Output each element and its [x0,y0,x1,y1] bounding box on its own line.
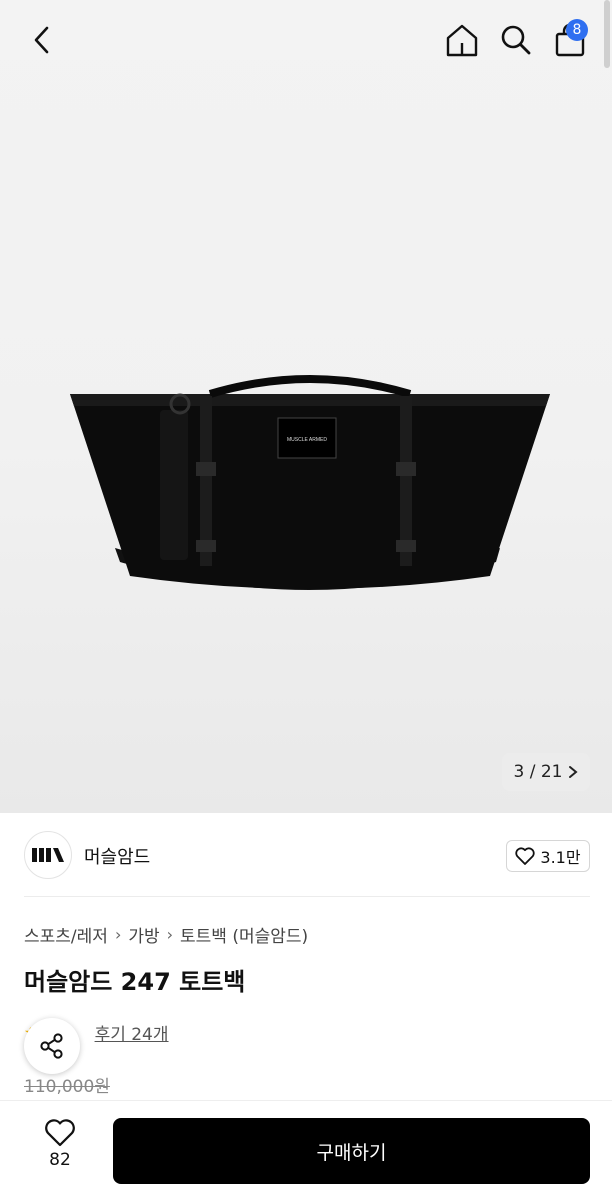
breadcrumb-item-sports[interactable]: 스포츠/레저 [24,922,108,947]
chevron-right-icon: › [166,925,174,944]
cart-count-badge: 8 [566,19,588,41]
back-button[interactable] [22,20,62,60]
bottom-action-bar: 82 구매하기 [0,1100,612,1200]
home-icon [446,24,478,57]
search-button[interactable] [494,18,538,62]
brand-logo[interactable] [24,831,72,879]
share-button[interactable] [24,1018,80,1074]
divider [24,896,590,897]
brand-row[interactable]: 머슬암드 3.1만 [24,831,590,881]
bag-logo-label: MUSCLE ARMED [287,437,327,443]
product-image-gallery[interactable]: MUSCLE ARMED 8 3 / 21 [0,0,612,813]
brand-like-count: 3.1만 [540,848,581,867]
search-icon [501,25,531,55]
product-image: MUSCLE ARMED [70,375,550,590]
chevron-right-icon: › [114,925,122,944]
breadcrumb-item-bag[interactable]: 가방 [128,922,159,947]
breadcrumb: 스포츠/레저 › 가방 › 토트백 (머슬암드) [24,922,308,947]
original-price: 110,000원 [24,1077,110,1097]
heart-icon [45,1119,75,1147]
image-counter-label: 3 / 21 [513,762,563,782]
wishlist-count: 82 [49,1150,71,1170]
brand-name[interactable]: 머슬암드 [84,843,150,869]
share-icon [40,1033,63,1059]
top-navigation-bar: 8 [0,0,612,80]
chevron-left-icon [34,26,49,54]
chevron-right-icon [569,766,579,778]
home-button[interactable] [440,18,484,62]
brand-logo-icon [32,848,64,862]
brand-like-button[interactable]: 3.1만 [506,840,590,872]
review-link[interactable]: 후기 24개 [95,1020,169,1045]
buy-button[interactable]: 구매하기 [113,1118,590,1184]
heart-icon [515,847,536,865]
breadcrumb-item-tote[interactable]: 토트백 (머슬암드) [180,922,308,947]
product-title: 머슬암드 247 토트백 [24,968,246,996]
wishlist-button[interactable]: 82 [30,1119,90,1181]
image-counter[interactable]: 3 / 21 [502,753,590,791]
